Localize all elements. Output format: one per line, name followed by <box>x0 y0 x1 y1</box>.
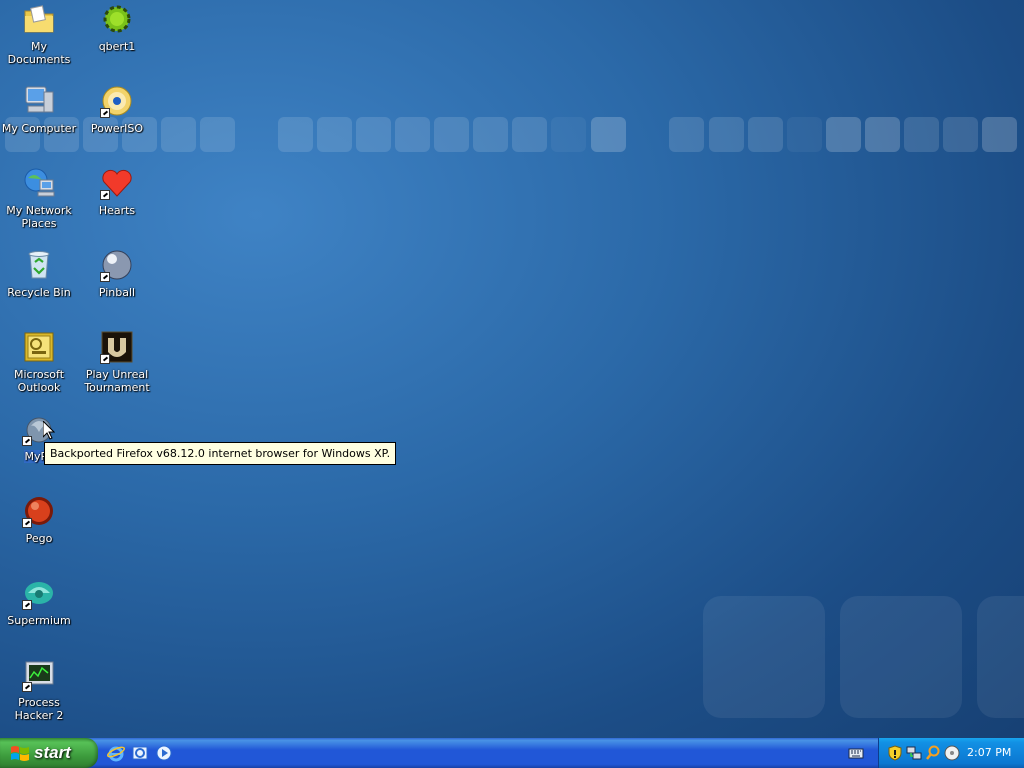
desktop-icon-microsoft-outlook[interactable]: Microsoft Outlook <box>0 330 78 394</box>
shortcut-arrow-icon <box>22 436 32 446</box>
media-player-icon[interactable] <box>154 743 174 763</box>
network-icon[interactable] <box>906 745 922 761</box>
mouse-cursor-icon <box>43 421 55 440</box>
desktop-icon-hearts[interactable]: Hearts <box>78 166 156 217</box>
desktop-icon-my-documents[interactable]: My Documents <box>0 2 78 66</box>
recycle-bin-icon <box>22 248 56 282</box>
desktop-icon-my-network-places[interactable]: My Network Places <box>0 166 78 230</box>
icon-label: My Documents <box>7 40 71 66</box>
start-button[interactable]: start <box>0 738 98 768</box>
wallpaper-tile <box>703 596 825 718</box>
unreal-icon <box>100 330 134 364</box>
process-hacker-icon <box>22 658 56 692</box>
start-label: start <box>34 743 71 762</box>
desktop-icon-my-computer[interactable]: My Computer <box>0 84 78 135</box>
security-shield-icon[interactable] <box>887 745 903 761</box>
outlook-express-icon[interactable] <box>130 743 150 763</box>
folder-icon <box>22 2 56 36</box>
icon-label: PowerISO <box>90 122 144 135</box>
shortcut-arrow-icon <box>22 600 32 610</box>
desktop-icon-play-unreal-tournament[interactable]: Play Unreal Tournament <box>78 330 156 394</box>
outlook-icon <box>22 330 56 364</box>
icon-label: My Computer <box>1 122 77 135</box>
icon-label: Play Unreal Tournament <box>84 368 150 394</box>
shortcut-arrow-icon <box>22 518 32 528</box>
tooltip: Backported Firefox v68.12.0 internet bro… <box>44 442 397 465</box>
disc-icon <box>100 84 134 118</box>
wallpaper-tile <box>977 596 1024 718</box>
desktop-icon-pinball[interactable]: Pinball <box>78 248 156 299</box>
search-icon[interactable] <box>925 745 941 761</box>
icon-label: qbert1 <box>98 40 136 53</box>
desktop-icon-supermium[interactable]: Supermium <box>0 576 78 627</box>
icon-label: My Network Places <box>6 204 72 230</box>
desktop-icon-recycle-bin[interactable]: Recycle Bin <box>0 248 78 299</box>
desktop[interactable]: My Documents My Computer My Network Plac… <box>0 0 1024 738</box>
shortcut-arrow-icon <box>100 354 110 364</box>
icon-label: Process Hacker 2 <box>14 696 64 722</box>
computer-icon <box>22 84 56 118</box>
icon-label: Microsoft Outlook <box>13 368 65 394</box>
icon-label: Recycle Bin <box>7 286 71 299</box>
desktop-icon-poweriso[interactable]: PowerISO <box>78 84 156 135</box>
internet-explorer-icon[interactable] <box>106 743 126 763</box>
icon-label: Pinball <box>98 286 136 299</box>
shortcut-arrow-icon <box>100 190 110 200</box>
pego-icon <box>22 494 56 528</box>
icon-label: Pego <box>25 532 53 545</box>
clock[interactable]: 2:07 PM <box>967 746 1011 759</box>
wallpaper-tile <box>840 596 962 718</box>
desktop-icon-qbert1[interactable]: qbert1 <box>78 2 156 53</box>
windows-logo-icon <box>11 746 29 761</box>
icon-label: Supermium <box>7 614 71 627</box>
pinball-icon <box>100 248 134 282</box>
keyboard-icon[interactable] <box>848 746 864 760</box>
desktop-icon-pego[interactable]: Pego <box>0 494 78 545</box>
qbert-icon <box>100 2 134 36</box>
icon-label: Hearts <box>98 204 136 217</box>
heart-icon <box>100 166 134 200</box>
shortcut-arrow-icon <box>100 272 110 282</box>
taskbar: start 2:07 PM <box>0 738 1024 768</box>
network-icon <box>22 166 56 200</box>
supermium-icon <box>22 576 56 610</box>
desktop-icon-process-hacker-2[interactable]: Process Hacker 2 <box>0 658 78 722</box>
shortcut-arrow-icon <box>22 682 32 692</box>
disc-icon[interactable] <box>944 745 960 761</box>
shortcut-arrow-icon <box>100 108 110 118</box>
system-tray: 2:07 PM <box>878 738 1024 768</box>
